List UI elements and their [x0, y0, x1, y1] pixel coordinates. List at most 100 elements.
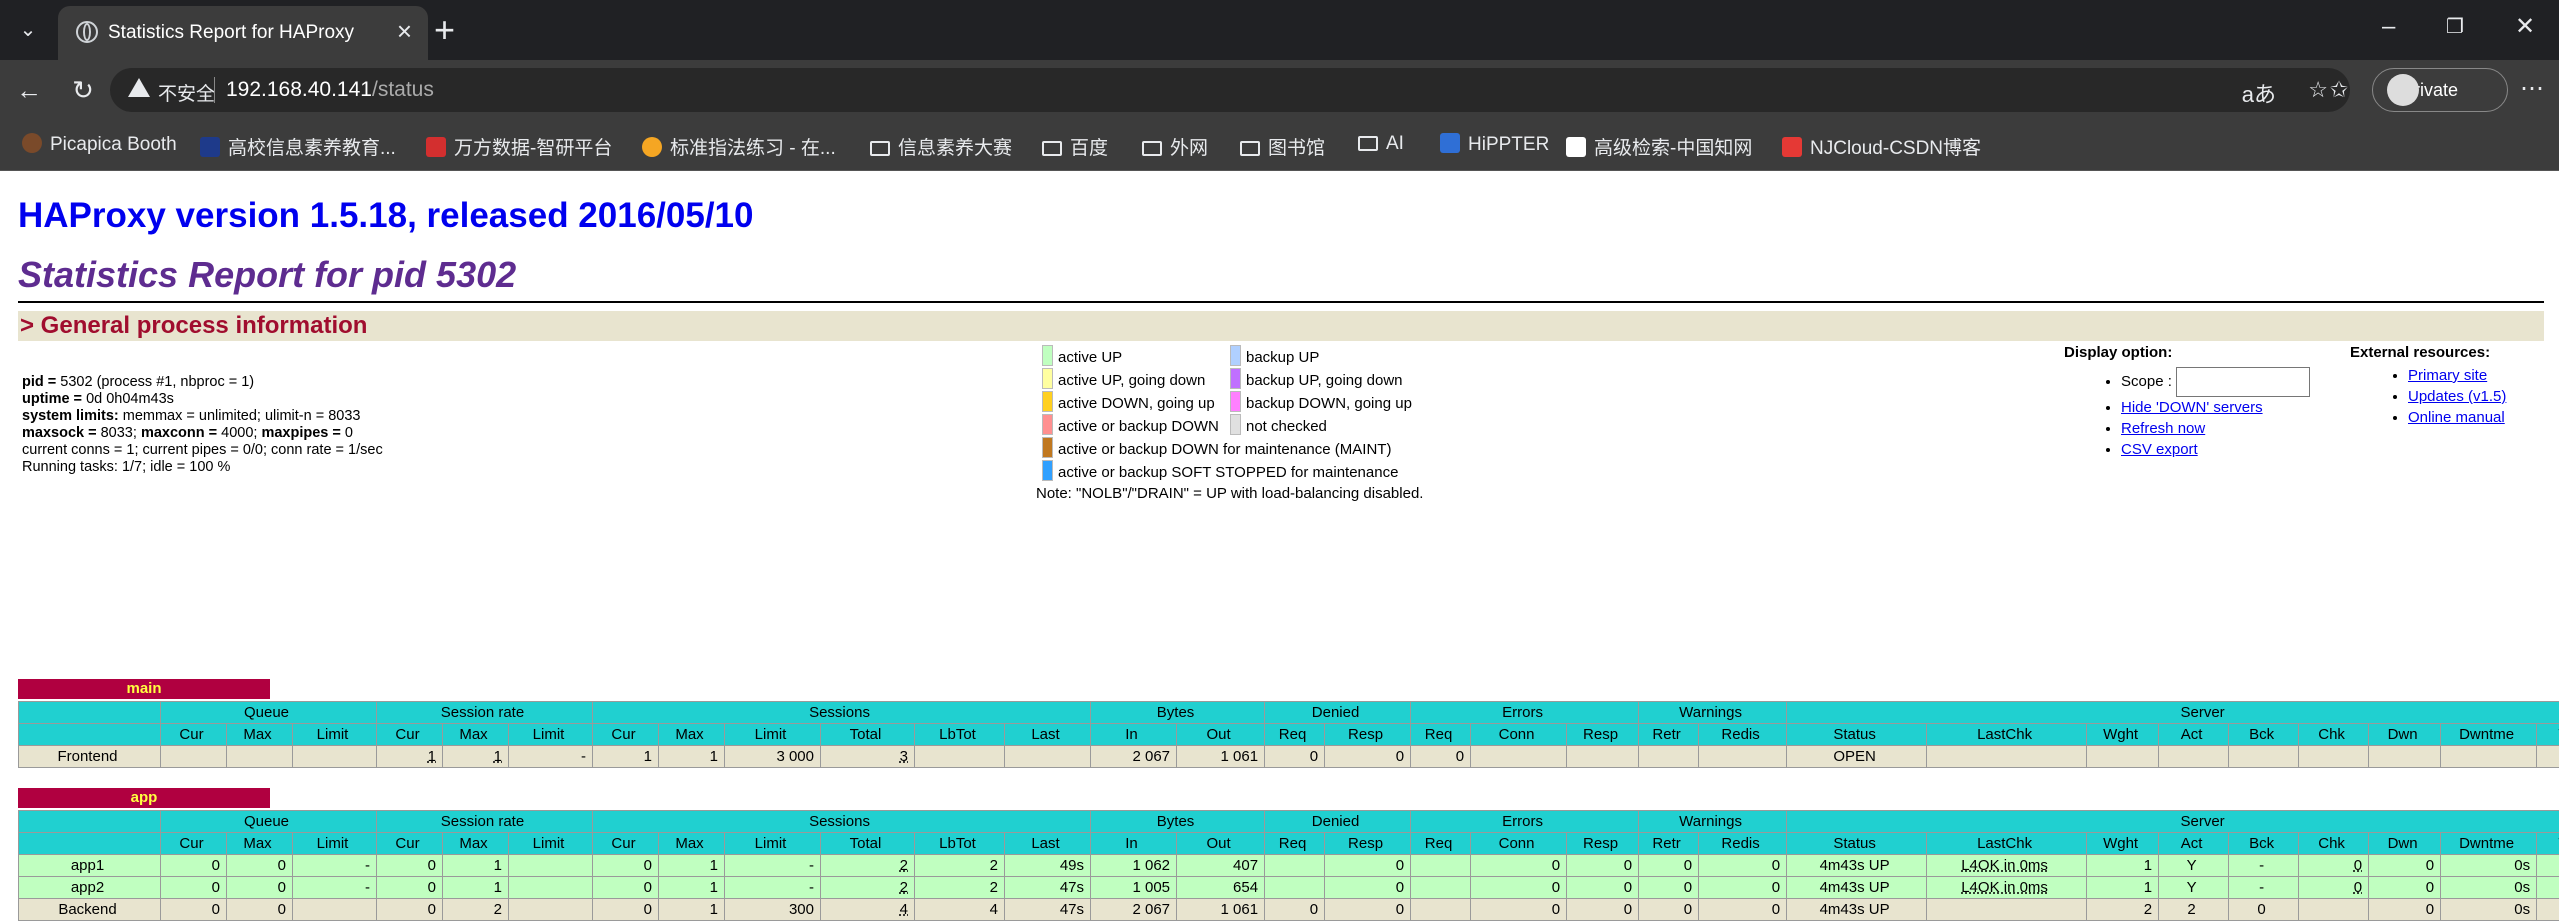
proxy-name-app[interactable]: app [18, 788, 270, 808]
display-options-title: Display option: [2064, 344, 2310, 361]
column-header: Bck [2229, 724, 2299, 746]
pid-key: pid = [22, 374, 60, 390]
row-name[interactable]: app1 [19, 855, 161, 877]
table-cell: 654 [1177, 877, 1265, 899]
cell-value: 4 [990, 901, 998, 918]
back-icon[interactable]: ← [12, 74, 46, 106]
cell-value: 1 [710, 879, 718, 896]
table-cell [2369, 746, 2441, 768]
legend-label: active UP, going down [1058, 372, 1205, 389]
table-cell: 0s [2441, 855, 2537, 877]
proxy-name-main[interactable]: main [18, 679, 270, 699]
window-close-icon[interactable]: ✕ [2515, 12, 2535, 42]
cell-value: 0 [1624, 879, 1632, 896]
section-header: > General process information [18, 311, 2544, 341]
column-header: Wght [2087, 833, 2159, 855]
cell-value: app1 [71, 857, 104, 874]
bookmark-folder[interactable]: 外网 [1142, 133, 1208, 160]
column-header: LbTot [915, 833, 1005, 855]
address-bar[interactable]: 不安全 192.168.40.141/status aあ ☆ [110, 68, 2350, 112]
cell-value: L4OK in 0ms [1961, 879, 2048, 896]
table-cell [1005, 746, 1091, 768]
legend-label: backup UP [1246, 349, 1319, 366]
column-header: Req [1411, 724, 1471, 746]
minimize-icon[interactable]: – [2382, 12, 2395, 42]
cell-value: L4OK in 0ms [1961, 857, 2048, 874]
column-header: Chk [2299, 833, 2369, 855]
group-header: Warnings [1639, 811, 1787, 833]
bookmark-item[interactable]: 高校信息素养教育... [200, 133, 396, 160]
refresh-icon[interactable]: ↻ [66, 74, 100, 106]
inprivate-button[interactable]: InPrivate [2372, 68, 2508, 112]
cell-value: 2 067 [1132, 901, 1170, 918]
bookmark-item[interactable]: Picapica Booth [22, 133, 177, 156]
group-header: Bytes [1091, 811, 1265, 833]
bookmark-label: NJCloud-CSDN博客 [1810, 138, 1981, 159]
close-tab-icon[interactable]: × [397, 16, 412, 46]
cell-value: 2 [990, 879, 998, 896]
bookmark-item[interactable]: 高级检索-中国知网 [1566, 133, 1752, 160]
stats-table-main: QueueSession rateSessionsBytesDeniedErro… [18, 701, 2559, 768]
table-cell: 0 [1411, 746, 1471, 768]
more-options-icon[interactable]: ⋯ [2520, 74, 2544, 103]
table-cell: 1 [443, 877, 509, 899]
read-aloud-icon[interactable]: aあ [2242, 77, 2276, 109]
row-name[interactable]: Backend [19, 899, 161, 921]
url-text[interactable]: 192.168.40.141/status [226, 78, 434, 102]
cell-value: 1 [710, 901, 718, 918]
column-header: Last [1005, 724, 1091, 746]
table-cell: 0 [377, 899, 443, 921]
hide-down-servers-link[interactable]: Hide 'DOWN' servers [2121, 399, 2263, 416]
csv-export-link[interactable]: CSV export [2121, 441, 2198, 458]
bookmark-item[interactable]: NJCloud-CSDN博客 [1782, 133, 1981, 160]
restore-icon[interactable]: ❐ [2446, 12, 2464, 42]
new-tab-icon[interactable]: + [434, 12, 455, 48]
table-cell: 2 [915, 877, 1005, 899]
legend-swatch [1042, 460, 1053, 481]
bookmark-folder[interactable]: 信息素养大赛 [870, 133, 1012, 160]
table-row: app200-0101-2247s1 005654000004m43s UPL4… [19, 877, 2559, 899]
table-cell: 1 061 [1177, 746, 1265, 768]
header-cell [19, 833, 161, 855]
cell-value: 0s [2514, 879, 2530, 896]
table-cell: 0 [1325, 899, 1411, 921]
cell-value: 2 067 [1132, 748, 1170, 765]
scope-input[interactable] [2176, 367, 2310, 397]
bookmark-label: 高校信息素养教育... [228, 138, 396, 159]
refresh-now-link[interactable]: Refresh now [2121, 420, 2205, 437]
legend-item: backup UP [1230, 345, 1412, 368]
updates-link[interactable]: Updates (v1.5) [2408, 388, 2506, 405]
bookmark-folder[interactable]: 百度 [1042, 133, 1108, 160]
cell-value: 0 [1684, 901, 1692, 918]
row-name[interactable]: app2 [19, 877, 161, 899]
legend-swatch [1230, 414, 1241, 435]
column-header: Out [1177, 833, 1265, 855]
not-secure-label[interactable]: 不安全 [158, 79, 215, 106]
bookmark-item[interactable]: 标准指法练习 - 在... [642, 133, 836, 160]
row-name[interactable]: Frontend [19, 746, 161, 768]
cell-value: 0 [644, 857, 652, 874]
cell-value: 0 [1310, 901, 1318, 918]
bookmark-label: 高级检索-中国知网 [1594, 138, 1752, 159]
favorites-icon[interactable]: ✩ [2322, 74, 2356, 106]
online-manual-link[interactable]: Online manual [2408, 409, 2505, 426]
primary-site-link[interactable]: Primary site [2408, 367, 2487, 384]
bookmark-favicon-icon [200, 137, 220, 157]
bookmark-item[interactable]: 万方数据-智研平台 [426, 133, 612, 160]
bookmark-label: Picapica Booth [50, 134, 177, 155]
cell-value: 0 [644, 879, 652, 896]
table-cell: 2 067 [1091, 746, 1177, 768]
bookmark-item[interactable]: HiPPTER [1440, 133, 1549, 156]
cell-value: - [809, 879, 814, 896]
cell-value: 1 [494, 748, 502, 765]
bookmark-folder[interactable]: AI [1358, 133, 1404, 155]
tab-active[interactable]: Statistics Report for HAProxy × [58, 6, 428, 60]
table-cell [1471, 746, 1567, 768]
folder-icon [1042, 141, 1062, 156]
cell-value: 1 [2144, 857, 2152, 874]
uptime-key: uptime = [22, 391, 86, 407]
cell-value: 0 [1396, 901, 1404, 918]
bookmark-folder[interactable]: 图书馆 [1240, 133, 1325, 160]
tab-actions-menu-icon[interactable]: ⌄ [12, 14, 44, 46]
folder-icon [1358, 136, 1378, 151]
